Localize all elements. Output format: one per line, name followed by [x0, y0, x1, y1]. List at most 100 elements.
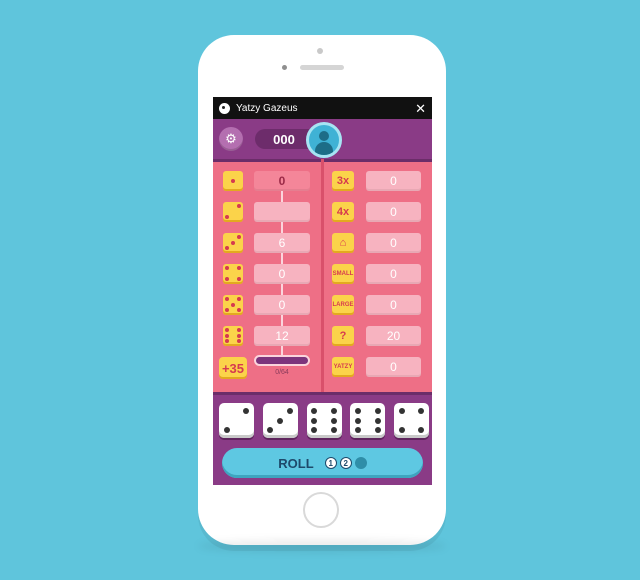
- title-bar: Yatzy Gazeus ✕: [213, 97, 432, 119]
- phone-shadow: [198, 540, 446, 552]
- score-cell[interactable]: 12: [254, 325, 310, 357]
- die-pip: [287, 407, 294, 414]
- score-cell[interactable]: 0: [366, 294, 421, 315]
- score-cell[interactable]: 6: [254, 232, 310, 264]
- sensor-icon: [282, 65, 287, 70]
- die-pip: [225, 277, 230, 282]
- yatzy-icon: YATZY: [332, 356, 354, 377]
- die-pip: [225, 296, 230, 301]
- die-face-3-icon: [223, 232, 243, 253]
- score-cell[interactable]: [254, 201, 310, 233]
- upper-row-2: [213, 196, 322, 233]
- bonus-progress-text: 0/64: [275, 369, 289, 376]
- upper-row-6: 12: [213, 320, 322, 357]
- app-title: Yatzy Gazeus: [236, 102, 298, 114]
- upper-row-4: 0: [213, 258, 322, 295]
- speaker-grille: [300, 65, 344, 70]
- die-pip: [374, 427, 381, 434]
- die-pip: [225, 327, 230, 332]
- die-pip: [223, 427, 230, 434]
- die-pip: [236, 339, 241, 344]
- score-cell[interactable]: 0: [366, 232, 421, 253]
- die-6-icon[interactable]: [306, 403, 342, 438]
- die-pip: [277, 417, 284, 424]
- die-pip: [330, 427, 337, 434]
- die-face-1-icon: [223, 170, 243, 191]
- roll-count-indicator: 2: [339, 457, 352, 469]
- die-pip: [236, 296, 241, 301]
- small-straight-icon: SMALL: [332, 263, 354, 284]
- die-3-icon[interactable]: [262, 403, 298, 438]
- die-pip: [236, 265, 241, 270]
- die-pip: [418, 427, 425, 434]
- upper-row-3: 6: [213, 227, 322, 264]
- score-cell[interactable]: 0: [254, 263, 310, 295]
- die-pip: [267, 427, 274, 434]
- die-pip: [225, 333, 230, 338]
- die-pip: [354, 417, 361, 424]
- lower-row: SMALL 0: [324, 258, 432, 289]
- die-pip: [236, 327, 241, 332]
- bonus-badge: +35: [219, 357, 247, 379]
- die-face-2-icon: [223, 201, 243, 222]
- bonus-row: +35 0/64: [213, 351, 322, 385]
- roll-count-indicator: [354, 457, 367, 469]
- bonus-progress-bar: [254, 355, 310, 366]
- roll-button[interactable]: ROLL 12: [222, 448, 423, 478]
- score-cell[interactable]: 20: [366, 325, 421, 346]
- die-pip: [374, 407, 381, 414]
- camera-icon: [317, 48, 323, 54]
- upper-row-1: 0: [213, 165, 322, 202]
- game-screen: Yatzy Gazeus ✕ ⚙ 000 0 6 0 0 12 +35 0/64 3x 0 4x…: [213, 97, 432, 485]
- score-cell[interactable]: 0: [366, 170, 421, 191]
- lower-row: YATZY 0: [324, 351, 432, 382]
- die-pip: [231, 178, 235, 183]
- top-bar: ⚙ 000: [213, 119, 432, 162]
- score-cell[interactable]: 0: [366, 263, 421, 284]
- die-pip: [330, 417, 337, 424]
- die-pip: [354, 407, 361, 414]
- die-face-5-icon: [223, 294, 243, 315]
- lower-row: ? 20: [324, 320, 432, 351]
- dice-row: [219, 403, 429, 441]
- score-cell[interactable]: 0: [366, 201, 421, 222]
- die-pip: [398, 427, 405, 434]
- die-pip: [236, 277, 241, 282]
- die-pip: [236, 234, 241, 239]
- full-house-icon: ⌂: [332, 232, 354, 253]
- die-pip: [236, 308, 241, 313]
- die-pip: [311, 407, 318, 414]
- die-2-icon[interactable]: [219, 403, 254, 438]
- score-cell[interactable]: 0: [366, 356, 421, 377]
- roll-count-indicator: 1: [324, 457, 337, 469]
- lower-row: LARGE 0: [324, 289, 432, 320]
- die-pip: [418, 407, 425, 414]
- home-button[interactable]: [303, 492, 339, 528]
- chance-icon: ?: [332, 325, 354, 346]
- die-pip: [225, 339, 230, 344]
- lower-row: ⌂ 0: [324, 227, 432, 258]
- die-pip: [311, 417, 318, 424]
- dice-tray: ROLL 12: [213, 392, 432, 485]
- die-pip: [243, 407, 250, 414]
- score-cell[interactable]: 0: [254, 294, 310, 326]
- roll-label: ROLL: [278, 455, 314, 471]
- die-pip: [225, 308, 230, 313]
- lower-section: 3x 0 4x 0 ⌂ 0 SMALL 0 LARGE 0? 20 YATZY 0: [324, 165, 432, 382]
- die-pip: [231, 302, 235, 307]
- close-icon[interactable]: ✕: [415, 102, 426, 115]
- roll-counter: 12: [322, 457, 367, 469]
- die-pip: [231, 240, 235, 245]
- gear-icon: ⚙: [225, 131, 237, 146]
- die-pip: [225, 215, 230, 220]
- score-cell[interactable]: 0: [254, 170, 310, 202]
- settings-button[interactable]: ⚙: [219, 127, 243, 151]
- lower-row: 3x 0: [324, 165, 432, 196]
- player-avatar[interactable]: [306, 122, 342, 158]
- die-6-icon[interactable]: [350, 403, 386, 438]
- die-4-icon[interactable]: [394, 403, 429, 438]
- die-pip: [225, 265, 230, 270]
- lower-row: 4x 0: [324, 196, 432, 227]
- die-pip: [311, 427, 318, 434]
- upper-row-5: 0: [213, 289, 322, 326]
